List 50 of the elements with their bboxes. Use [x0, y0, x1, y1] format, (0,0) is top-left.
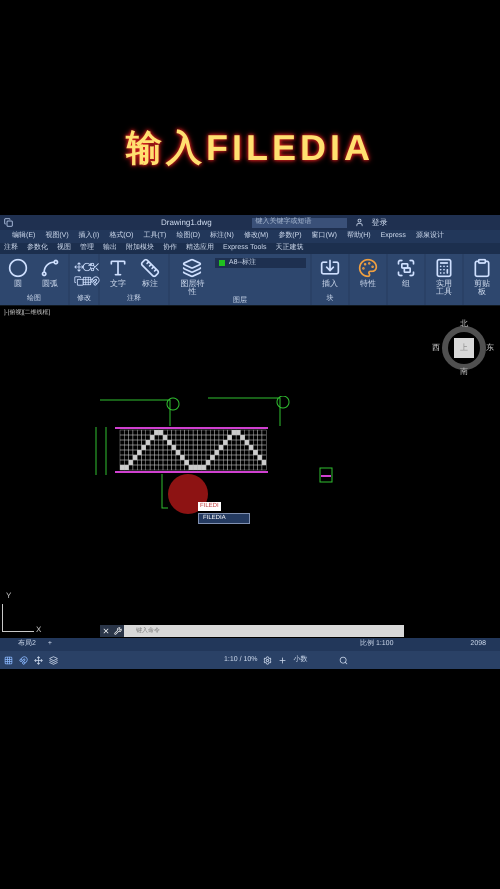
ribbon-tool-button[interactable]: 图层特性	[174, 258, 211, 296]
palette-icon	[358, 258, 378, 278]
wrench-icon[interactable]	[114, 627, 122, 635]
rotate-icon[interactable]	[82, 262, 92, 272]
video-caption: 输入FILEDIA	[126, 126, 374, 170]
array-icon[interactable]	[82, 276, 92, 286]
calculator-icon	[434, 258, 454, 278]
dimension-lines-drawing	[95, 426, 107, 476]
layer-color-swatch	[218, 260, 225, 266]
ribbon-tool-button[interactable]: 文字	[104, 258, 132, 288]
copy-icon[interactable]	[74, 276, 84, 286]
arc-icon	[40, 258, 60, 278]
grid-icon[interactable]	[4, 656, 13, 664]
ribbon-tool-button[interactable]: 组	[392, 258, 420, 288]
text-icon	[108, 258, 128, 278]
snap-icon[interactable]	[19, 656, 28, 664]
ucs-axes	[2, 604, 34, 632]
ortho-icon[interactable]	[34, 656, 43, 664]
leader-line	[161, 474, 169, 510]
close-icon[interactable]	[102, 627, 110, 635]
ribbon-tool-button[interactable]: 剪贴板	[468, 258, 496, 296]
ribbon-tool-button[interactable]: 实用工具	[430, 258, 458, 296]
compass-east: 东	[486, 342, 494, 354]
sign-in-link[interactable]: 登录	[372, 216, 388, 228]
file-name: Drawing1.dwg	[161, 216, 212, 228]
group-icon	[396, 258, 416, 278]
ribbon-tool-button[interactable]: 插入	[316, 258, 344, 288]
settings-icon[interactable]	[263, 656, 272, 664]
ucs-x-label: X	[36, 624, 42, 636]
quick-access-icon[interactable]	[4, 218, 13, 227]
symbol-drawing	[319, 467, 333, 483]
layers-icon	[182, 258, 202, 278]
compass-west: 西	[432, 342, 440, 354]
circle-icon	[8, 258, 28, 278]
ribbon-tool-button[interactable]: 特性	[354, 258, 382, 288]
move-icon[interactable]	[74, 262, 84, 272]
dimension-icon	[140, 258, 160, 278]
ribbon-tool-button[interactable]: 圆	[4, 258, 32, 288]
user-icon[interactable]	[354, 218, 364, 227]
clipboard-icon	[472, 258, 492, 278]
trim-icon[interactable]	[90, 262, 100, 272]
compass-north: 北	[460, 318, 468, 330]
plus-icon[interactable]	[278, 656, 288, 664]
ucs-y-label: Y	[6, 590, 12, 602]
snap-icon[interactable]	[90, 276, 100, 286]
search-icon[interactable]	[339, 656, 348, 664]
ribbon-tool-button[interactable]: 标注	[136, 258, 164, 288]
ribbon-tool-button[interactable]: 圆弧	[36, 258, 64, 288]
compass-south: 南	[460, 366, 468, 378]
layers-icon[interactable]	[49, 656, 58, 664]
